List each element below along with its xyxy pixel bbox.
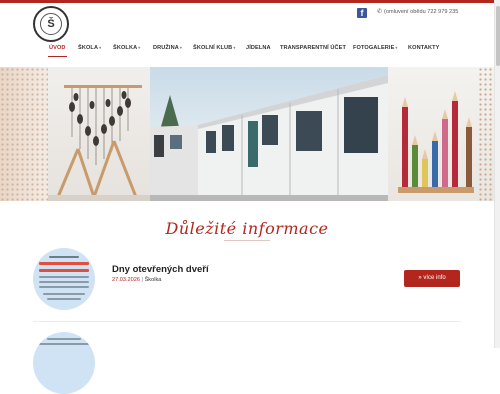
news-divider [33, 321, 461, 322]
nav-item-transparentni-ucet[interactable]: TRANSPARENTNÍ ÚČET [280, 45, 346, 51]
chevron-down-icon: ▾ [179, 45, 182, 50]
logo-mark: Š [40, 13, 62, 35]
slide-school-building-image [150, 67, 388, 201]
section-title-underline [224, 240, 270, 241]
nav-item-druzina[interactable]: DRUŽINA▾ [153, 45, 182, 51]
chevron-down-icon: ▾ [138, 45, 141, 50]
phone-text: (omluvení obědu 722 979 235 [384, 8, 459, 15]
nav-item-skola[interactable]: ŠKOLA▾ [78, 45, 101, 51]
nav-item-fotogalerie[interactable]: FOTOGALERIE▾ [353, 45, 398, 51]
news-thumbnail[interactable] [33, 332, 95, 394]
news-meta-separator: | [141, 277, 144, 283]
nav-item-jidelna[interactable]: JÍDELNA [246, 45, 271, 51]
slide-pencils-image [388, 67, 494, 201]
news-thumbnail[interactable] [33, 248, 95, 310]
more-info-button[interactable]: » více info [404, 270, 460, 287]
nav-item-skolka[interactable]: ŠKOLKA▾ [113, 45, 140, 51]
slide-decoration-image [48, 67, 150, 201]
top-accent-line [0, 0, 500, 3]
scrollbar-thumb[interactable] [496, 6, 500, 66]
chevron-down-icon: ▾ [99, 45, 102, 50]
phone-icon: ✆ [377, 9, 383, 15]
nav-item-skolni-klub[interactable]: ŠKOLNÍ KLUB▾ [193, 45, 235, 51]
chevron-down-icon: ▾ [395, 45, 398, 50]
phone-info: ✆ (omluvení obědu 722 979 235 [377, 8, 459, 16]
main-nav: ÚVOD ŠKOLA▾ ŠKOLKA▾ DRUŽINA▾ ŠKOLNÍ KLUB… [0, 45, 494, 57]
section-title: Důležité informace [165, 219, 329, 238]
news-category[interactable]: Školka [145, 277, 162, 283]
active-nav-underline [48, 56, 67, 57]
modular-building-illustration [150, 75, 388, 201]
hero-slider[interactable] [0, 67, 494, 201]
page-scrollbar[interactable] [494, 0, 500, 348]
pencils-illustration [398, 91, 474, 193]
news-date: 27.03.2026 [112, 277, 140, 283]
hanging-decoration-illustration [48, 85, 150, 201]
facebook-icon[interactable]: f [357, 8, 367, 18]
news-meta: 27.03.2026 | Školka [112, 277, 161, 283]
nav-item-kontakty[interactable]: KONTAKTY [408, 45, 439, 51]
chevron-down-icon: ▾ [233, 45, 236, 50]
school-logo[interactable]: Š [33, 6, 69, 42]
news-title[interactable]: Dny otevřených dveří [112, 264, 209, 275]
nav-item-uvod[interactable]: ÚVOD [49, 45, 66, 51]
slide-peek-left [0, 67, 48, 201]
